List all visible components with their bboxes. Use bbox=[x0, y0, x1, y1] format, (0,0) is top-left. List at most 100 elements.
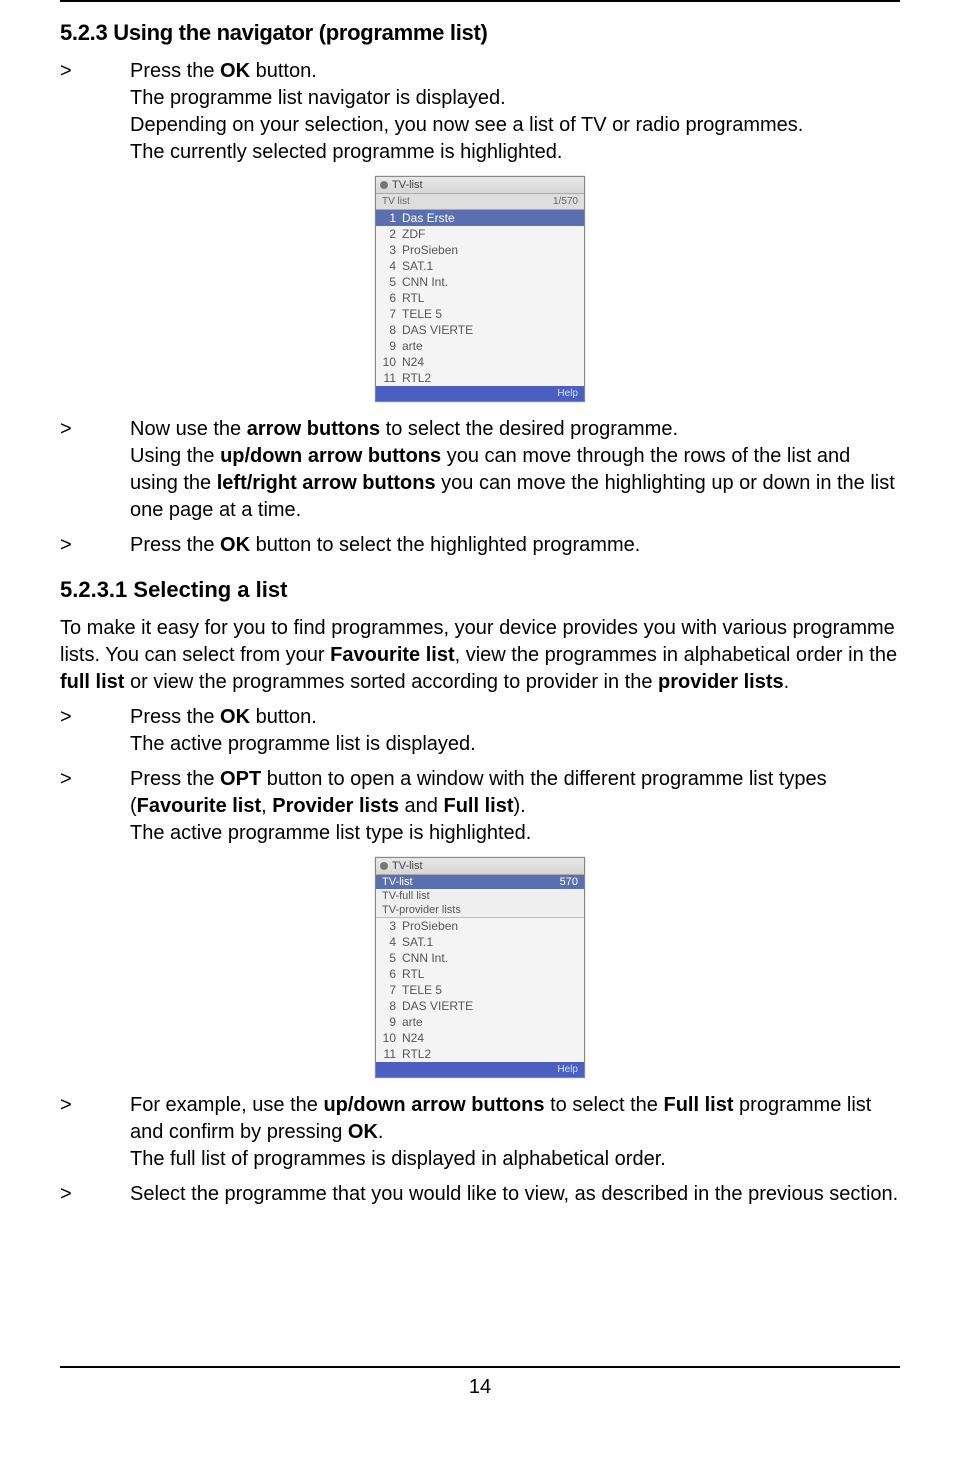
text: The active programme list is displayed. bbox=[130, 733, 476, 755]
text: Now use the bbox=[130, 418, 247, 440]
list-item: 5CNN Int. bbox=[376, 950, 584, 966]
step-523-1: > Press the OK button. The programme lis… bbox=[60, 58, 900, 166]
bullet: > bbox=[60, 1181, 130, 1208]
text: The full list of programmes is displayed… bbox=[130, 1148, 666, 1170]
menu-item: TV-list570 bbox=[376, 875, 584, 889]
text: Press the bbox=[130, 60, 220, 82]
bold: arrow buttons bbox=[247, 418, 380, 440]
bold: OK bbox=[220, 534, 250, 556]
rule-top bbox=[60, 0, 900, 2]
screenshot-tvlist-1: TV-list TV list 1/570 1Das Erste2ZDF3ProS… bbox=[375, 176, 585, 402]
page-number: 14 bbox=[60, 1376, 900, 1399]
bullet: > bbox=[60, 58, 130, 166]
text: Press the bbox=[130, 768, 220, 790]
screenshot-list: 1Das Erste2ZDF3ProSieben4SAT.15CNN Int.6… bbox=[376, 210, 584, 386]
text: Depending on your selection, you now see… bbox=[130, 114, 803, 136]
screenshot-title: TV-list bbox=[392, 179, 423, 191]
text: The programme list navigator is displaye… bbox=[130, 87, 506, 109]
step-body: Press the OK button to select the highli… bbox=[130, 532, 900, 559]
text: button. bbox=[250, 706, 317, 728]
text: . bbox=[784, 671, 790, 693]
text: button. bbox=[250, 60, 317, 82]
list-item: 3ProSieben bbox=[376, 918, 584, 934]
bold: up/down arrow buttons bbox=[220, 445, 441, 467]
screenshot-titlebar: TV-list bbox=[376, 177, 584, 194]
step-body: For example, use the up/down arrow butto… bbox=[130, 1092, 900, 1173]
para-5231-intro: To make it easy for you to find programm… bbox=[60, 615, 900, 696]
menu-item: TV-provider lists bbox=[376, 903, 584, 917]
bold: provider lists bbox=[658, 671, 784, 693]
step-5231-2: > Press the OPT button to open a window … bbox=[60, 766, 900, 847]
bullet: > bbox=[60, 1092, 130, 1173]
step-5231-3: > For example, use the up/down arrow but… bbox=[60, 1092, 900, 1173]
heading-5231: 5.2.3.1 Selecting a list bbox=[60, 577, 900, 603]
screenshot-subbar: TV list 1/570 bbox=[376, 194, 584, 210]
bold: Provider lists bbox=[272, 795, 399, 817]
list-item: 3ProSieben bbox=[376, 242, 584, 258]
text: Select the programme that you would like… bbox=[130, 1183, 898, 1205]
list-item: 8DAS VIERTE bbox=[376, 322, 584, 338]
screenshot-footer: Help bbox=[376, 386, 584, 401]
screenshot-menu: TV-list570TV-full listTV-provider lists bbox=[376, 875, 584, 918]
bullet: > bbox=[60, 416, 130, 524]
list-item: 8DAS VIERTE bbox=[376, 998, 584, 1014]
text: The currently selected programme is high… bbox=[130, 141, 562, 163]
bold: OK bbox=[348, 1121, 378, 1143]
list-item: 4SAT.1 bbox=[376, 258, 584, 274]
menu-item: TV-full list bbox=[376, 889, 584, 903]
step-body: Press the OPT button to open a window wi… bbox=[130, 766, 900, 847]
subbar-left: TV list bbox=[382, 196, 410, 207]
text: Press the bbox=[130, 706, 220, 728]
list-item: 6RTL bbox=[376, 966, 584, 982]
list-item: 7TELE 5 bbox=[376, 306, 584, 322]
list-item: 4SAT.1 bbox=[376, 934, 584, 950]
text: and bbox=[399, 795, 443, 817]
list-item: 5CNN Int. bbox=[376, 274, 584, 290]
list-item: 9arte bbox=[376, 338, 584, 354]
list-item: 9arte bbox=[376, 1014, 584, 1030]
text: The active programme list type is highli… bbox=[130, 822, 531, 844]
heading-523: 5.2.3 Using the navigator (programme lis… bbox=[60, 20, 900, 46]
text: or view the programmes sorted according … bbox=[124, 671, 658, 693]
text: Press the bbox=[130, 534, 220, 556]
bold: Full list bbox=[443, 795, 513, 817]
step-5231-1: > Press the OK button. The active progra… bbox=[60, 704, 900, 758]
list-item: 11RTL2 bbox=[376, 1046, 584, 1062]
screenshot-list: 3ProSieben4SAT.15CNN Int.6RTL7TELE 58DAS… bbox=[376, 918, 584, 1062]
list-item: 2ZDF bbox=[376, 226, 584, 242]
bold: OPT bbox=[220, 768, 261, 790]
text: , view the programmes in alphabetical or… bbox=[455, 644, 897, 666]
step-body: Now use the arrow buttons to select the … bbox=[130, 416, 900, 524]
list-item: 6RTL bbox=[376, 290, 584, 306]
step-5231-4: > Select the programme that you would li… bbox=[60, 1181, 900, 1208]
bold: up/down arrow buttons bbox=[323, 1094, 544, 1116]
screenshot-tvlist-2: TV-list TV-list570TV-full listTV-provide… bbox=[375, 857, 585, 1078]
step-body: Press the OK button. The programme list … bbox=[130, 58, 900, 166]
list-item: 11RTL2 bbox=[376, 370, 584, 386]
text: . bbox=[378, 1121, 384, 1143]
text: to select the desired programme. bbox=[380, 418, 678, 440]
bold: OK bbox=[220, 706, 250, 728]
screenshot-titlebar: TV-list bbox=[376, 858, 584, 875]
disc-icon bbox=[380, 862, 388, 870]
bold: Favourite list bbox=[330, 644, 454, 666]
screenshot-title: TV-list bbox=[392, 860, 423, 872]
step-523-3: > Press the OK button to select the high… bbox=[60, 532, 900, 559]
list-item: 10N24 bbox=[376, 354, 584, 370]
bold: OK bbox=[220, 60, 250, 82]
list-item: 1Das Erste bbox=[376, 210, 584, 226]
list-item: 10N24 bbox=[376, 1030, 584, 1046]
text: ). bbox=[513, 795, 525, 817]
rule-bottom bbox=[60, 1366, 900, 1368]
disc-icon bbox=[380, 181, 388, 189]
text: , bbox=[261, 795, 272, 817]
text: Using the bbox=[130, 445, 220, 467]
text: For example, use the bbox=[130, 1094, 323, 1116]
bullet: > bbox=[60, 766, 130, 847]
subbar-right: 1/570 bbox=[553, 196, 578, 207]
bold: Favourite list bbox=[137, 795, 261, 817]
text: button to select the highlighted program… bbox=[250, 534, 640, 556]
step-body: Press the OK button. The active programm… bbox=[130, 704, 900, 758]
bold: full list bbox=[60, 671, 124, 693]
list-item: 7TELE 5 bbox=[376, 982, 584, 998]
